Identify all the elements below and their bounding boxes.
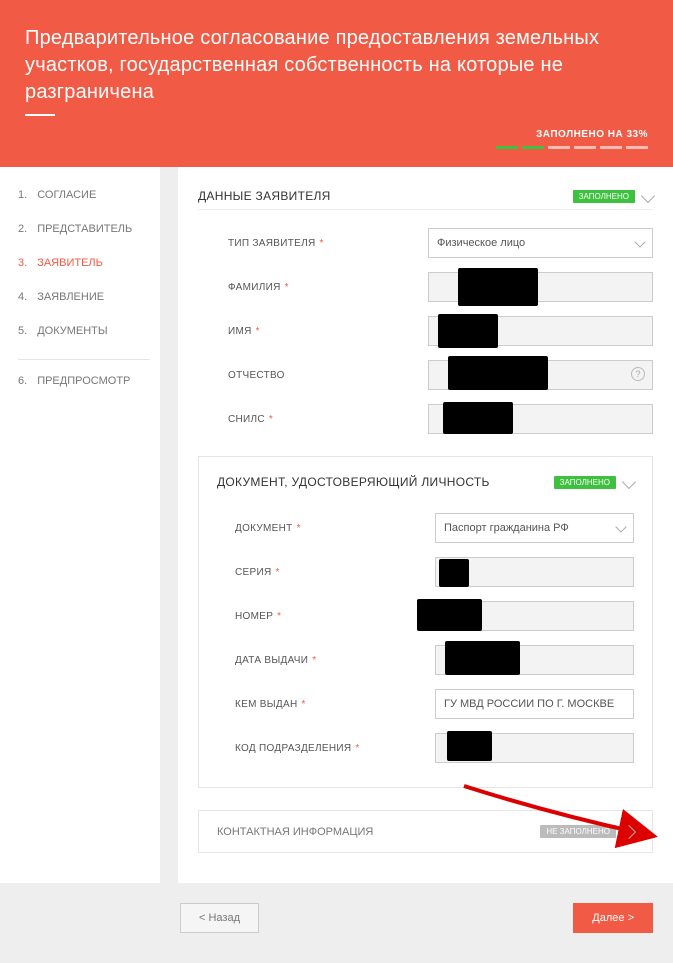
firstname-label: ИМЯ*: [228, 326, 428, 337]
chevron-down-icon: [622, 475, 636, 489]
lastname-label: ФАМИЛИЯ*: [228, 282, 428, 293]
progress-bars: [25, 146, 648, 149]
status-badge-not-filled: НЕ ЗАПОЛНЕНО: [540, 825, 616, 838]
dept-code-label: КОД ПОДРАЗДЕЛЕНИЯ*: [235, 743, 435, 754]
series-label: СЕРИЯ*: [235, 567, 435, 578]
contact-info-title: КОНТАКТНАЯ ИНФОРМАЦИЯ: [217, 826, 373, 838]
sidebar-item-preview[interactable]: 6. ПРЕДПРОСМОТР: [18, 375, 150, 387]
form-content: ДАННЫЕ ЗАЯВИТЕЛЯ ЗАПОЛНЕНО ТИП ЗАЯВИТЕЛЯ…: [178, 167, 673, 883]
issued-by-input[interactable]: [435, 689, 634, 719]
sidebar-separator: [18, 359, 150, 360]
applicant-type-label: ТИП ЗАЯВИТЕЛЯ*: [228, 238, 428, 249]
status-badge-filled: ЗАПОЛНЕНО: [573, 190, 635, 203]
middlename-label: ОТЧЕСТВО: [228, 370, 428, 381]
chevron-down-icon: [634, 236, 645, 247]
back-button[interactable]: < Назад: [180, 903, 259, 933]
issued-by-label: КЕМ ВЫДАН*: [235, 699, 435, 710]
identity-document-head[interactable]: ДОКУМЕНТ, УДОСТОВЕРЯЮЩИЙ ЛИЧНОСТЬ ЗАПОЛН…: [217, 475, 634, 499]
document-label: ДОКУМЕНТ*: [235, 523, 435, 534]
applicant-data-section-head[interactable]: ДАННЫЕ ЗАЯВИТЕЛЯ ЗАПОЛНЕНО: [198, 189, 653, 210]
help-icon[interactable]: ?: [631, 367, 645, 381]
status-badge-filled: ЗАПОЛНЕНО: [554, 476, 616, 489]
document-select[interactable]: Паспорт гражданина РФ: [435, 513, 634, 543]
chevron-down-icon: [641, 189, 655, 203]
step-sidebar: 1. СОГЛАСИЕ 2. ПРЕДСТАВИТЕЛЬ 3. ЗАЯВИТЕЛ…: [0, 167, 160, 883]
number-label: НОМЕР*: [235, 611, 435, 622]
sidebar-item-consent[interactable]: 1. СОГЛАСИЕ: [18, 189, 150, 201]
identity-document-section: ДОКУМЕНТ, УДОСТОВЕРЯЮЩИЙ ЛИЧНОСТЬ ЗАПОЛН…: [198, 456, 653, 788]
identity-document-title: ДОКУМЕНТ, УДОСТОВЕРЯЮЩИЙ ЛИЧНОСТЬ: [217, 475, 490, 489]
applicant-type-select[interactable]: Физическое лицо: [428, 228, 653, 258]
chevron-down-icon: [615, 521, 626, 532]
contact-info-section[interactable]: КОНТАКТНАЯ ИНФОРМАЦИЯ НЕ ЗАПОЛНЕНО: [198, 810, 653, 853]
page-header: Предварительное согласование предоставле…: [0, 0, 673, 167]
sidebar-item-statement[interactable]: 4. ЗАЯВЛЕНИЕ: [18, 291, 150, 303]
chevron-right-icon: [622, 824, 636, 838]
sidebar-item-applicant[interactable]: 3. ЗАЯВИТЕЛЬ: [18, 257, 150, 269]
page-title: Предварительное согласование предоставле…: [25, 25, 648, 106]
title-underline: [25, 114, 55, 116]
progress-label: ЗАПОЛНЕНО НА 33%: [536, 129, 648, 140]
next-button[interactable]: Далее >: [573, 903, 653, 933]
issue-date-label: ДАТА ВЫДАЧИ*: [235, 655, 435, 666]
applicant-data-title: ДАННЫЕ ЗАЯВИТЕЛЯ: [198, 189, 331, 203]
sidebar-item-documents[interactable]: 5. ДОКУМЕНТЫ: [18, 325, 150, 337]
arrow-annotation-icon: [459, 781, 673, 851]
sidebar-item-representative[interactable]: 2. ПРЕДСТАВИТЕЛЬ: [18, 223, 150, 235]
form-footer: < Назад Далее >: [0, 883, 673, 963]
snils-label: СНИЛС*: [228, 414, 428, 425]
